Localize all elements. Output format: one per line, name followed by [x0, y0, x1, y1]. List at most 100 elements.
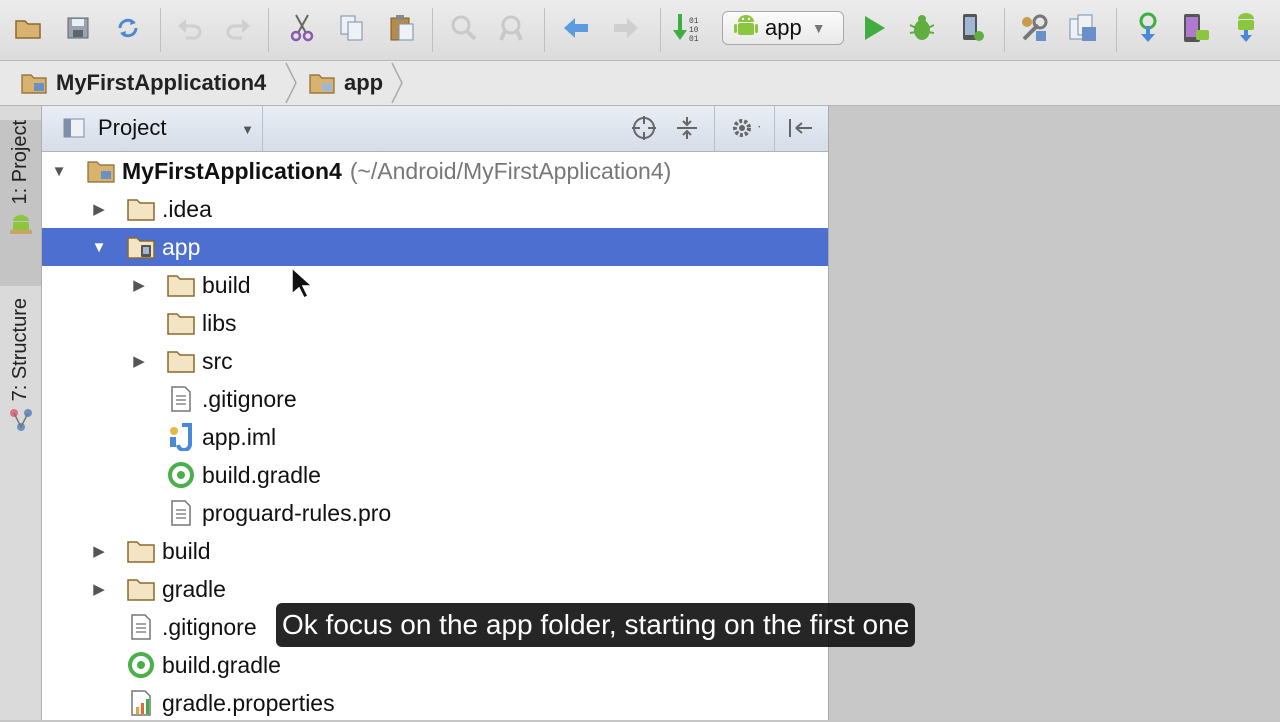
module-folder-icon — [20, 71, 48, 95]
chevron-right-icon[interactable]: ▶ — [130, 276, 148, 294]
module-folder-icon — [86, 156, 116, 186]
text-file-icon — [126, 612, 156, 642]
chevron-down-icon[interactable]: ▼ — [90, 238, 108, 256]
tree-row[interactable]: libs — [42, 304, 828, 342]
paste-icon[interactable] — [384, 10, 420, 46]
tree-item-label: build.gradle — [202, 461, 321, 488]
android-icon — [9, 214, 33, 241]
replace-icon[interactable] — [494, 10, 530, 46]
tree-item-label: gradle — [162, 575, 226, 602]
redo-icon[interactable] — [220, 10, 256, 46]
chevron-right-icon[interactable]: ▶ — [90, 200, 108, 218]
sdk-manager-icon[interactable] — [1066, 10, 1102, 46]
tab-structure[interactable]: 7: Structure — [0, 298, 41, 468]
svg-text:01: 01 — [689, 35, 699, 44]
attach-debugger-icon[interactable] — [954, 10, 990, 46]
tree-item-label: MyFirstApplication4 — [122, 157, 342, 184]
tree-item-label: .gitignore — [162, 613, 257, 640]
tree-item-label: .idea — [162, 195, 212, 222]
project-tab-label: 1: Project — [9, 120, 31, 205]
tree-item-label: .gitignore — [202, 385, 297, 412]
gradle-file-icon — [166, 460, 196, 490]
tree-row[interactable]: .gitignore — [42, 380, 828, 418]
tree-row[interactable]: gradle.properties — [42, 684, 828, 722]
tree-item-label: app — [162, 233, 201, 260]
tree-row[interactable]: app.iml — [42, 418, 828, 456]
sync-icon[interactable] — [110, 10, 146, 46]
undo-icon[interactable] — [172, 10, 208, 46]
main-toolbar: 01 10 01 app ▼ — [0, 0, 1280, 61]
gradle-file-icon — [126, 650, 156, 680]
folder-icon — [126, 194, 156, 224]
folder-icon — [166, 308, 196, 338]
run-configuration-label: app — [765, 15, 802, 40]
chevron-down-icon[interactable]: ▼ — [50, 162, 68, 180]
folder-icon — [166, 270, 196, 300]
tool-window-sidebar: 1: Project 7: Structure — [0, 106, 42, 720]
debug-icon[interactable] — [904, 10, 940, 46]
forward-icon[interactable] — [608, 10, 644, 46]
chevron-down-icon: ▼ — [811, 20, 826, 36]
cut-icon[interactable] — [284, 10, 320, 46]
svg-text:10: 10 — [689, 26, 699, 35]
mouse-cursor-icon — [291, 266, 314, 300]
open-folder-icon[interactable] — [10, 10, 46, 46]
tree-item-label: build — [162, 537, 211, 564]
chevron-down-icon: ▼ — [241, 122, 254, 137]
chevron-right-icon[interactable]: ▶ — [90, 580, 108, 598]
gear-icon[interactable] — [730, 113, 760, 143]
tree-item-label: src — [202, 347, 233, 374]
tree-item-label: proguard-rules.pro — [202, 499, 392, 526]
tree-row[interactable]: ▶ build — [42, 266, 828, 304]
android-icon — [733, 13, 759, 44]
breadcrumb-item-project[interactable]: MyFirstApplication4 — [20, 67, 266, 99]
iml-file-icon — [166, 422, 196, 452]
avd-manager-icon[interactable] — [1178, 10, 1214, 46]
structure-icon — [9, 407, 33, 438]
project-panel-header: Project ▼ — [42, 106, 828, 152]
project-view-dropdown[interactable]: Project ▼ — [56, 110, 260, 146]
tree-item-label: build.gradle — [162, 651, 281, 678]
tree-item-label: gradle.properties — [162, 689, 335, 716]
make-project-icon[interactable]: 01 10 01 — [670, 10, 706, 46]
run-configuration-dropdown[interactable]: app ▼ — [722, 11, 844, 45]
run-icon[interactable] — [856, 10, 892, 46]
sync-gradle-icon[interactable] — [1130, 10, 1166, 46]
copy-icon[interactable] — [334, 10, 370, 46]
tree-item-label: build — [202, 271, 251, 298]
collapse-all-icon[interactable] — [672, 113, 702, 143]
chevron-right-icon[interactable]: ▶ — [130, 352, 148, 370]
back-icon[interactable] — [558, 10, 594, 46]
chevron-right-icon[interactable]: ▶ — [90, 542, 108, 560]
text-file-icon — [166, 498, 196, 528]
folder-icon — [308, 71, 336, 95]
module-folder-icon — [126, 232, 156, 262]
breadcrumb-separator — [285, 62, 297, 104]
breadcrumb-item-app[interactable]: app — [308, 67, 383, 99]
breadcrumb-label: app — [344, 70, 384, 95]
find-icon[interactable] — [446, 10, 482, 46]
tree-item-path: (~/Android/MyFirstApplication4) — [349, 157, 672, 184]
structure-tab-label: 7: Structure — [9, 298, 31, 402]
scroll-from-source-icon[interactable] — [629, 113, 659, 143]
tree-row[interactable]: ▶ src — [42, 342, 828, 380]
video-caption: Ok focus on the app folder, starting on … — [276, 603, 916, 647]
folder-icon — [126, 536, 156, 566]
hide-panel-icon[interactable] — [786, 113, 816, 143]
tree-row-root[interactable]: ▼ MyFirstApplication4 (~/Android/MyFirstA… — [42, 152, 828, 190]
project-view-label: Project — [98, 115, 167, 140]
tree-row[interactable]: proguard-rules.pro — [42, 494, 828, 532]
tree-row[interactable]: build.gradle — [42, 646, 828, 684]
tree-row[interactable]: build.gradle — [42, 456, 828, 494]
tree-row[interactable]: ▶ build — [42, 532, 828, 570]
project-structure-icon[interactable] — [1016, 10, 1052, 46]
breadcrumb: MyFirstApplication4 app — [0, 61, 1280, 106]
save-icon[interactable] — [60, 10, 96, 46]
tree-row[interactable]: ▶ .idea — [42, 190, 828, 228]
breadcrumb-label: MyFirstApplication4 — [56, 70, 267, 95]
breadcrumb-separator — [391, 62, 403, 104]
folder-icon — [166, 346, 196, 376]
tree-row-selected[interactable]: ▼ app — [42, 228, 828, 266]
tab-project[interactable]: 1: Project — [0, 120, 41, 286]
android-device-icon[interactable] — [1228, 10, 1264, 46]
